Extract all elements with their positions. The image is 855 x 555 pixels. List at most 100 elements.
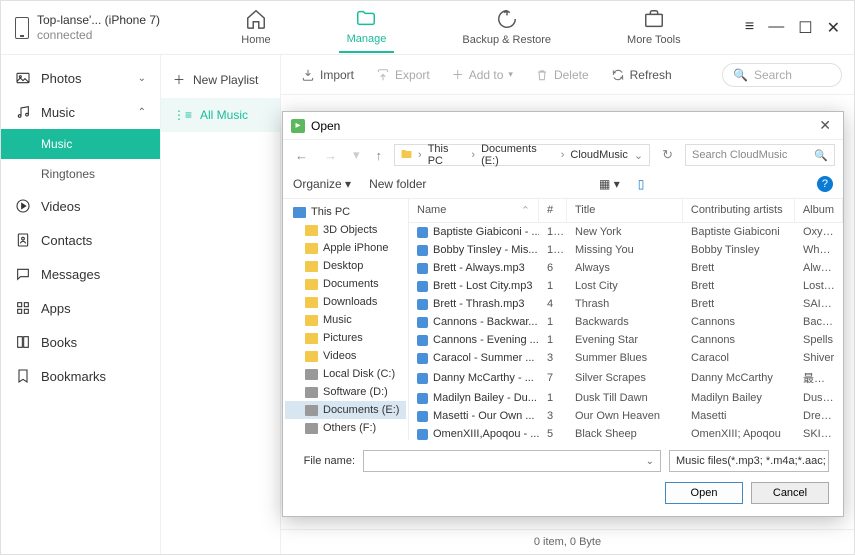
search-icon: 🔍 (814, 149, 828, 162)
folder-icon (305, 243, 318, 254)
folder-icon (305, 351, 318, 362)
nav-forward-button[interactable]: → (320, 146, 341, 165)
dialog-app-icon: ▸ (291, 119, 305, 133)
music-file-icon (417, 393, 428, 404)
tree-item[interactable]: Videos (285, 347, 406, 365)
crumb-1[interactable]: Documents (E:) (481, 143, 555, 167)
organize-button[interactable]: Organize ▾ (293, 177, 351, 191)
plus-icon: ＋ (173, 71, 185, 88)
tab-manage[interactable]: Manage (339, 3, 395, 53)
tree-item[interactable]: Documents (285, 275, 406, 293)
music-file-icon (417, 429, 428, 440)
search-input[interactable]: 🔍Search (722, 63, 842, 87)
close-icon[interactable]: ✕ (827, 18, 840, 38)
file-name-input[interactable]: ⌄ (363, 450, 661, 472)
chevron-down-icon: ⌄ (646, 456, 654, 467)
chevron-down-icon: ▾ (508, 69, 513, 80)
file-row[interactable]: OmenXIII,Apoqou - ...5Black SheepOmenXII… (409, 425, 843, 440)
preview-pane-button[interactable]: ▯ (638, 177, 645, 191)
file-row[interactable]: Cannons - Backwar...1BackwardsCannonsBac… (409, 313, 843, 331)
tree-item[interactable]: Local Disk (C:) (285, 365, 406, 383)
new-playlist-button[interactable]: ＋New Playlist (161, 61, 280, 98)
export-button[interactable]: Export (368, 64, 438, 86)
file-row[interactable]: Caracol - Summer ...3Summer BluesCaracol… (409, 349, 843, 367)
file-row[interactable]: Brett - Lost City.mp31Lost CityBrettLost… (409, 277, 843, 295)
all-music-item[interactable]: ⋮≡All Music (161, 98, 280, 132)
search-icon: 🔍 (733, 68, 748, 82)
sidebar-item-books[interactable]: Books (1, 325, 160, 359)
open-file-dialog: ▸ Open ✕ ← → ▾ ↑ 🖿 › This PC› Documents … (282, 111, 844, 517)
nav-up-button[interactable]: ↑ (372, 146, 387, 165)
file-row[interactable]: Madilyn Bailey - Du...1Dusk Till DawnMad… (409, 389, 843, 407)
addto-button[interactable]: ＋Add to▾ (444, 62, 521, 87)
tree-item[interactable]: This PC (285, 203, 406, 221)
file-row[interactable]: Brett - Always.mp36AlwaysBrettAlways (409, 259, 843, 277)
music-file-icon (417, 335, 428, 346)
col-artist[interactable]: Contributing artists (683, 199, 795, 222)
view-options-button[interactable]: ▦ ▾ (599, 177, 620, 191)
tab-home[interactable]: Home (233, 4, 278, 52)
sidebar-item-videos[interactable]: Videos (1, 189, 160, 223)
status-bar: 0 item, 0 Byte (281, 529, 854, 554)
breadcrumb[interactable]: 🖿 › This PC› Documents (E:)› CloudMusic … (394, 144, 650, 166)
col-title[interactable]: Title (567, 199, 683, 222)
nav-recent-button[interactable]: ▾ (349, 145, 364, 165)
file-row[interactable]: Cannons - Evening ...1Evening StarCannon… (409, 331, 843, 349)
music-file-icon (417, 353, 428, 364)
dialog-search-input[interactable]: Search CloudMusic🔍 (685, 144, 835, 166)
nav-refresh-button[interactable]: ↻ (658, 145, 677, 165)
minimize-icon[interactable]: ― (768, 18, 784, 38)
col-name[interactable]: Name ⌃ (409, 199, 539, 222)
tab-tools[interactable]: More Tools (619, 4, 689, 52)
dialog-title: Open (311, 119, 340, 133)
sidebar-item-music-sub[interactable]: Music (1, 129, 160, 159)
tree-item[interactable]: Downloads (285, 293, 406, 311)
import-button[interactable]: Import (293, 64, 362, 86)
tree-item[interactable]: Apple iPhone (285, 239, 406, 257)
pc-icon (293, 207, 306, 218)
crumb-0[interactable]: This PC (428, 143, 466, 167)
tree-item[interactable]: Pictures (285, 329, 406, 347)
drive-icon (305, 369, 318, 380)
sidebar-item-apps[interactable]: Apps (1, 291, 160, 325)
sidebar-item-messages[interactable]: Messages (1, 257, 160, 291)
middle-panel: ＋New Playlist ⋮≡All Music (161, 55, 281, 554)
help-button[interactable]: ? (817, 176, 833, 192)
tree-item[interactable]: Software (D:) (285, 383, 406, 401)
tree-item[interactable]: 3D Objects (285, 221, 406, 239)
dialog-toolbar: Organize ▾ New folder ▦ ▾ ▯ ? (283, 170, 843, 199)
dialog-close-button[interactable]: ✕ (815, 117, 835, 134)
tree-item[interactable]: Music (285, 311, 406, 329)
tree-item[interactable]: Documents (E:) (285, 401, 406, 419)
new-folder-button[interactable]: New folder (369, 177, 426, 191)
sidebar-item-ringtones[interactable]: Ringtones (1, 159, 160, 189)
col-num[interactable]: # (539, 199, 567, 222)
file-row[interactable]: Brett - Thrash.mp34ThrashBrettSAID DEEP … (409, 295, 843, 313)
refresh-button[interactable]: Refresh (603, 64, 680, 86)
col-album[interactable]: Album (795, 199, 843, 222)
nav-back-button[interactable]: ← (291, 146, 312, 165)
maximize-icon[interactable]: ☐ (798, 18, 812, 38)
sidebar-item-contacts[interactable]: Contacts (1, 223, 160, 257)
delete-button[interactable]: Delete (527, 64, 597, 86)
cancel-button[interactable]: Cancel (751, 482, 829, 504)
sidebar: Photos⌄ Music⌃ Music Ringtones Videos Co… (1, 55, 161, 554)
menu-icon[interactable]: ≡ (745, 18, 754, 38)
file-row[interactable]: Masetti - Our Own ...3Our Own HeavenMase… (409, 407, 843, 425)
sidebar-item-bookmarks[interactable]: Bookmarks (1, 359, 160, 393)
crumb-2[interactable]: CloudMusic (570, 149, 627, 161)
file-type-select[interactable]: Music files(*.mp3; *.m4a;*.aac; ⌄ (669, 450, 829, 472)
tree-item[interactable]: Others (F:) (285, 419, 406, 437)
file-row[interactable]: Baptiste Giabiconi - ...12New YorkBaptis… (409, 223, 843, 241)
tab-backup[interactable]: Backup & Restore (454, 4, 559, 52)
music-file-icon (417, 373, 428, 384)
file-row[interactable]: Bobby Tinsley - Mis...12Missing YouBobby… (409, 241, 843, 259)
music-file-icon (417, 317, 428, 328)
folder-icon (305, 261, 318, 272)
open-button[interactable]: Open (665, 482, 743, 504)
tree-item[interactable]: Desktop (285, 257, 406, 275)
sidebar-item-music[interactable]: Music⌃ (1, 95, 160, 129)
folder-icon: 🖿 (401, 146, 412, 165)
sidebar-item-photos[interactable]: Photos⌄ (1, 61, 160, 95)
file-row[interactable]: Danny McCarthy - ...7Silver ScrapesDanny… (409, 367, 843, 389)
